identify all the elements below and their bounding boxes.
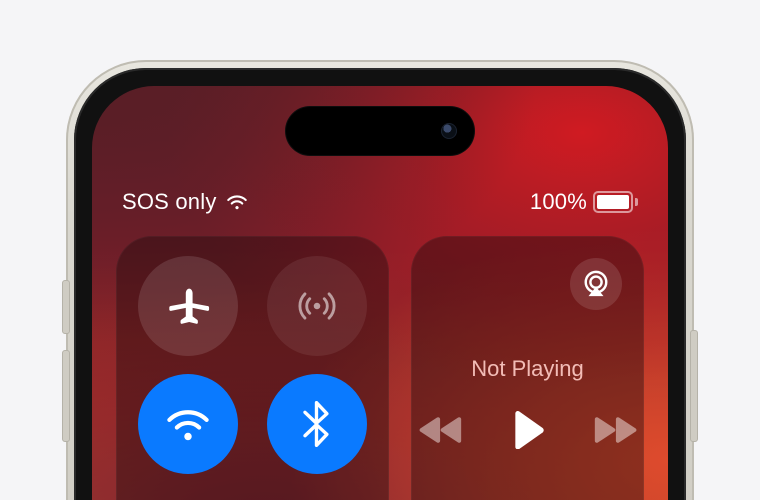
screenshot-frame: SOS only 100% [0, 0, 760, 500]
fastforward-icon [593, 416, 637, 444]
play-button[interactable] [511, 411, 545, 454]
front-camera [441, 123, 457, 139]
wifi-toggle[interactable] [138, 374, 238, 474]
phone-bezel: SOS only 100% [74, 68, 686, 500]
side-button-volume [62, 350, 70, 442]
bluetooth-toggle[interactable] [267, 374, 367, 474]
status-right: 100% [530, 189, 638, 215]
connectivity-tile[interactable] [116, 236, 389, 500]
airplane-mode-toggle[interactable] [138, 256, 238, 356]
phone-screen: SOS only 100% [92, 86, 668, 500]
status-bar: SOS only 100% [92, 189, 668, 215]
wifi-icon [163, 404, 213, 444]
fast-forward-button[interactable] [593, 416, 637, 449]
battery-percent: 100% [530, 189, 587, 215]
airplay-button[interactable] [570, 258, 622, 310]
transport-controls [411, 411, 644, 454]
play-icon [511, 411, 545, 449]
rewind-button[interactable] [419, 416, 463, 449]
battery-icon [593, 191, 638, 213]
rewind-icon [419, 416, 463, 444]
wifi-icon [226, 194, 248, 210]
airplane-icon [166, 284, 210, 328]
status-left: SOS only [122, 189, 248, 215]
cellular-icon [294, 283, 340, 329]
cellular-data-toggle[interactable] [267, 256, 367, 356]
control-center: Not Playing [116, 236, 644, 500]
carrier-label: SOS only [122, 189, 217, 215]
airplay-icon [581, 270, 611, 298]
bluetooth-icon [303, 401, 331, 447]
side-button-silence [62, 280, 70, 334]
side-button-power [690, 330, 698, 442]
dynamic-island [285, 106, 475, 156]
phone-body: SOS only 100% [66, 60, 694, 500]
media-tile[interactable]: Not Playing [411, 236, 644, 500]
now-playing-label: Not Playing [411, 356, 644, 382]
